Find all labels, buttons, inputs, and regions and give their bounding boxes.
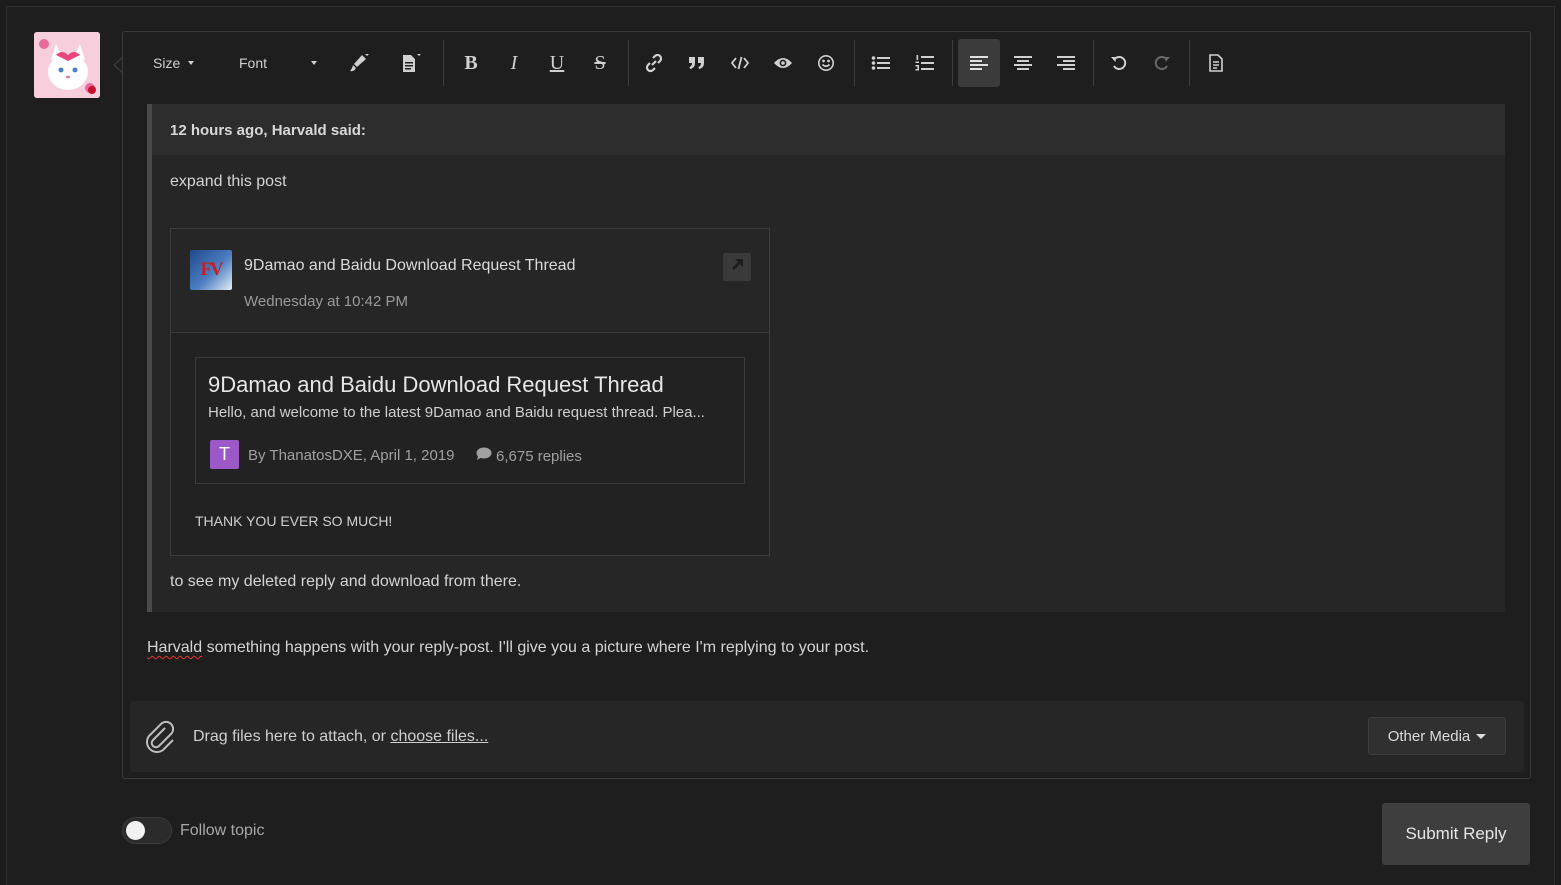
strikethrough-icon: S	[594, 51, 606, 74]
align-right-icon	[1057, 55, 1075, 71]
forum-logo-icon: FV	[190, 250, 232, 290]
quote-header: 12 hours ago, Harvald said:	[152, 104, 1505, 155]
topic-title[interactable]: 9Damao and Baidu Download Request Thread	[208, 372, 664, 398]
toggle-knob	[126, 821, 145, 840]
quote-last-line: to see my deleted reply and download fro…	[170, 573, 522, 590]
submit-reply-button[interactable]: Submit Reply	[1382, 803, 1530, 865]
source-button[interactable]	[391, 39, 431, 87]
follow-topic-label[interactable]: Follow topic	[180, 822, 264, 840]
text-color-button[interactable]	[339, 39, 379, 87]
size-label: Size	[153, 55, 181, 71]
reply-count-label: 6,675 replies	[496, 447, 582, 465]
underline-icon: U	[549, 51, 565, 74]
align-left-icon	[970, 55, 988, 71]
emoji-icon	[817, 54, 835, 72]
quote-first-line: expand this post	[170, 173, 287, 190]
toolbar-separator	[1189, 40, 1190, 86]
undo-icon	[1110, 54, 1128, 72]
misspelled-word[interactable]: Harvald	[147, 639, 202, 656]
toolbar-separator	[628, 40, 629, 86]
spoiler-eye-icon	[773, 56, 793, 70]
reply-body-rest: something happens with your reply-post. …	[202, 639, 870, 656]
attachment-area[interactable]: Drag files here to attach, or choose fil…	[130, 701, 1524, 772]
other-media-label: Other Media	[1387, 727, 1471, 745]
emoji-button[interactable]	[806, 39, 846, 87]
code-icon	[730, 55, 750, 71]
paintbrush-icon	[348, 53, 370, 73]
align-center-icon	[1014, 55, 1032, 71]
redo-button[interactable]	[1142, 39, 1182, 87]
user-avatar[interactable]	[34, 32, 100, 98]
topic-card[interactable]: 9Damao and Baidu Download Request Thread…	[195, 357, 745, 484]
embed-date: Wednesday at 10:42 PM	[244, 293, 408, 310]
chevron-down-icon	[188, 61, 195, 65]
size-dropdown[interactable]: Size	[153, 39, 213, 87]
embedded-post: FV 9Damao and Baidu Download Request Thr…	[170, 228, 770, 556]
embed-title[interactable]: 9Damao and Baidu Download Request Thread	[244, 257, 575, 275]
quoted-post: 12 hours ago, Harvald said: expand this …	[147, 104, 1505, 612]
open-link-button[interactable]	[723, 253, 751, 281]
redo-icon	[1153, 54, 1171, 72]
numbered-list-button[interactable]	[905, 39, 945, 87]
embed-note: THANK YOU EVER SO MUCH!	[195, 513, 393, 529]
quote-button[interactable]	[677, 39, 717, 87]
font-dropdown[interactable]: Font	[239, 39, 325, 87]
preview-button[interactable]	[1196, 39, 1236, 87]
other-media-button[interactable]: Other Media	[1368, 717, 1506, 755]
align-right-button[interactable]	[1045, 39, 1087, 87]
toolbar-separator	[443, 40, 444, 86]
topic-description: Hello, and welcome to the latest 9Damao …	[208, 404, 705, 421]
reply-body-text[interactable]: Harvald something happens with your repl…	[147, 639, 869, 657]
bold-icon: B	[464, 51, 478, 74]
attach-instructions: Drag files here to attach, or choose fil…	[193, 728, 488, 746]
link-button[interactable]	[634, 39, 674, 87]
toolbar-separator	[952, 40, 953, 86]
embed-header: FV 9Damao and Baidu Download Request Thr…	[171, 229, 769, 333]
attach-prefix: Drag files here to attach, or	[193, 728, 391, 745]
quote-icon	[687, 54, 707, 72]
topic-meta: By ThanatosDXE, April 1, 2019	[248, 447, 455, 464]
external-arrow-icon	[729, 257, 745, 278]
choose-files-link[interactable]: choose files...	[390, 728, 488, 745]
italic-icon: I	[510, 51, 518, 74]
bold-button[interactable]: B	[451, 39, 491, 87]
code-button[interactable]	[720, 39, 760, 87]
link-icon	[644, 53, 664, 73]
author-avatar[interactable]: T	[210, 440, 239, 469]
paperclip-icon	[144, 719, 176, 758]
bullet-list-button[interactable]	[861, 39, 901, 87]
strikethrough-button[interactable]: S	[580, 39, 620, 87]
source-file-icon	[400, 53, 422, 73]
reply-editor[interactable]: Size Font B I U S 12 hours ago, Harvald …	[122, 31, 1531, 779]
spoiler-button[interactable]	[763, 39, 803, 87]
bullet-list-icon	[871, 55, 891, 71]
editor-toolbar: Size Font B I U S	[123, 32, 1530, 94]
numbered-list-icon	[915, 54, 935, 72]
toolbar-separator	[1093, 40, 1094, 86]
follow-topic-toggle[interactable]	[122, 817, 172, 844]
toolbar-separator	[854, 40, 855, 86]
chevron-down-icon	[1476, 733, 1487, 739]
reply-count: 6,675 replies	[476, 447, 582, 465]
font-label: Font	[239, 55, 268, 71]
preview-document-icon	[1208, 54, 1224, 72]
italic-button[interactable]: I	[494, 39, 534, 87]
undo-button[interactable]	[1099, 39, 1139, 87]
align-center-button[interactable]	[1002, 39, 1044, 87]
comment-bubble-icon	[476, 447, 492, 465]
align-left-button[interactable]	[958, 39, 1000, 87]
underline-button[interactable]: U	[537, 39, 577, 87]
chevron-down-icon	[311, 61, 318, 65]
